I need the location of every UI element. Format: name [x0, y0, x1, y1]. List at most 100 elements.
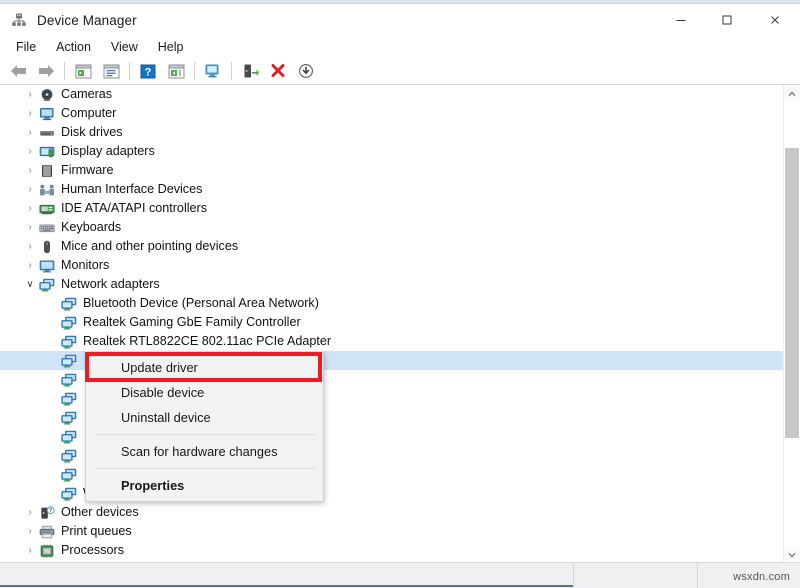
bottom-strip: wsxdn.com — [0, 562, 800, 588]
bottom-divider — [573, 563, 574, 588]
show-hide-console-tree-icon[interactable] — [70, 60, 96, 82]
tree-row[interactable]: › IDE ATA/ATAPI controllers — [0, 199, 784, 218]
window-controls — [658, 4, 800, 36]
tree-row[interactable]: Realtek Gaming GbE Family Controller — [0, 313, 784, 332]
tree-row-label: Realtek Gaming GbE Family Controller — [83, 313, 301, 332]
disable-device-icon[interactable] — [293, 60, 319, 82]
chevron-right-icon[interactable]: › — [22, 203, 38, 214]
tree-row[interactable]: Realtek RTL8822CE 802.11ac PCIe Adapter — [0, 332, 784, 351]
menu-action[interactable]: Action — [47, 38, 100, 56]
disk-drive-icon — [38, 125, 56, 141]
network-adapter-icon — [60, 334, 78, 350]
network-adapter-icon — [60, 353, 78, 369]
toolbar-separator — [231, 62, 232, 80]
camera-icon — [38, 87, 56, 103]
update-driver-icon[interactable] — [237, 60, 263, 82]
tree-row[interactable]: › Human Interface Devices — [0, 180, 784, 199]
tree-row[interactable]: ›Monitors — [0, 256, 784, 275]
properties-icon[interactable] — [98, 60, 124, 82]
tree-row-label: Mice and other pointing devices — [61, 237, 238, 256]
scroll-up-arrow-icon[interactable] — [784, 85, 800, 102]
tree-row[interactable]: › Firmware — [0, 161, 784, 180]
network-adapter-icon — [60, 410, 78, 426]
scroll-down-arrow-icon[interactable] — [784, 546, 800, 563]
keyboard-icon — [38, 220, 56, 236]
network-adapter-icon — [60, 467, 78, 483]
tree-row[interactable]: ∨Network adapters — [0, 275, 784, 294]
context-menu-item[interactable]: Disable device — [86, 380, 323, 405]
chevron-right-icon[interactable]: › — [22, 260, 38, 271]
tree-row[interactable]: › Disk drives — [0, 123, 784, 142]
chevron-right-icon[interactable]: › — [22, 241, 38, 252]
tree-row-label: Bluetooth Device (Personal Area Network) — [83, 294, 319, 313]
show-hide-action-pane-icon[interactable] — [163, 60, 189, 82]
tree-row[interactable]: › Computer — [0, 104, 784, 123]
tree-row-label: Processors — [61, 541, 124, 560]
display-adapter-icon — [38, 144, 56, 160]
chevron-right-icon[interactable]: › — [22, 545, 38, 556]
help-icon[interactable]: ? — [135, 60, 161, 82]
tree-row[interactable]: › Mice and other pointing devices — [0, 237, 784, 256]
tree-row-label: IDE ATA/ATAPI controllers — [61, 199, 207, 218]
tree-row-label: Print queues — [61, 522, 132, 541]
minimize-button[interactable] — [658, 4, 704, 36]
context-menu-item[interactable]: Update driver — [86, 355, 323, 380]
network-adapter-icon — [38, 277, 56, 293]
scrollbar-thumb[interactable] — [785, 148, 799, 438]
window-title: Device Manager — [37, 13, 137, 28]
tree-row[interactable]: ›Display adapters — [0, 142, 784, 161]
bottom-divider — [697, 563, 698, 588]
tree-row[interactable]: › Print queues — [0, 522, 784, 541]
network-adapter-icon — [60, 372, 78, 388]
tree-row-label: Computer — [61, 104, 116, 123]
other-device-icon: ? — [38, 505, 56, 521]
back-arrow-icon[interactable] — [5, 60, 31, 82]
close-button[interactable] — [750, 4, 800, 36]
context-menu-item[interactable]: Scan for hardware changes — [86, 439, 323, 464]
context-menu-item[interactable]: Properties — [86, 473, 323, 498]
taskbar-accent-line — [0, 585, 573, 587]
tree-row[interactable]: › Processors — [0, 541, 784, 560]
context-menu[interactable]: Update driverDisable deviceUninstall dev… — [85, 352, 324, 502]
chevron-right-icon[interactable]: › — [22, 184, 38, 195]
chevron-right-icon[interactable]: › — [22, 146, 38, 157]
menu-file[interactable]: File — [7, 38, 45, 56]
chevron-right-icon[interactable]: › — [22, 108, 38, 119]
chevron-down-icon[interactable]: ∨ — [22, 279, 38, 290]
tree-row-label: Firmware — [61, 161, 113, 180]
menu-help[interactable]: Help — [149, 38, 193, 56]
chevron-right-icon[interactable]: › — [22, 89, 38, 100]
tree-row[interactable]: ›?Other devices — [0, 503, 784, 522]
network-adapter-icon — [60, 315, 78, 331]
svg-text:?: ? — [49, 508, 52, 514]
processor-icon — [38, 543, 56, 559]
network-adapter-icon — [60, 486, 78, 502]
menu-view[interactable]: View — [102, 38, 147, 56]
chevron-right-icon[interactable]: › — [22, 127, 38, 138]
tree-row[interactable]: › Cameras — [0, 85, 784, 104]
tree-row-label: Cameras — [61, 85, 112, 104]
scan-for-hardware-changes-icon[interactable] — [200, 60, 226, 82]
tree-row-label: Human Interface Devices — [61, 180, 202, 199]
toolbar-separator — [64, 62, 65, 80]
chevron-right-icon[interactable]: › — [22, 507, 38, 518]
chevron-right-icon[interactable]: › — [22, 526, 38, 537]
tree-row[interactable]: › Keyboards — [0, 218, 784, 237]
tree-row-label: Disk drives — [61, 123, 123, 142]
toolbar: ? — [0, 58, 800, 85]
printer-icon — [38, 524, 56, 540]
vertical-scrollbar[interactable] — [783, 85, 800, 563]
context-menu-item[interactable]: Uninstall device — [86, 405, 323, 430]
forward-arrow-icon[interactable] — [33, 60, 59, 82]
uninstall-device-icon[interactable] — [265, 60, 291, 82]
chevron-right-icon[interactable]: › — [22, 165, 38, 176]
context-menu-separator — [96, 434, 315, 435]
chevron-right-icon[interactable]: › — [22, 222, 38, 233]
hid-icon — [38, 182, 56, 198]
tree-row-label: Keyboards — [61, 218, 121, 237]
computer-icon — [38, 106, 56, 122]
tree-row[interactable]: Bluetooth Device (Personal Area Network) — [0, 294, 784, 313]
ide-controller-icon — [38, 201, 56, 217]
maximize-button[interactable] — [704, 4, 750, 36]
toolbar-separator — [129, 62, 130, 80]
